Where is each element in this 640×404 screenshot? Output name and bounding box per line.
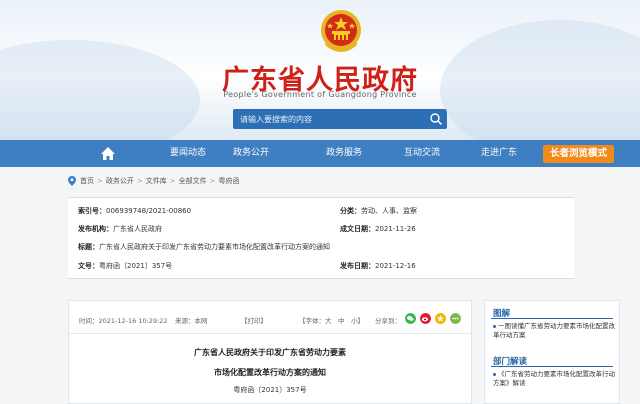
published-value: 2021-12-16 [375, 262, 416, 270]
document-number: 粤府函〔2021〕357号 [233, 386, 307, 394]
title-row: 标题：广东省人民政府关于印发广东省劳动力要素市场化配置改革行动方案的通知 [78, 242, 330, 252]
graphic-link-text[interactable]: 一图读懂广东省劳动力要素市场化配置改革行动方案 [493, 322, 615, 339]
graphic-divider [491, 318, 613, 319]
national-emblem-icon [321, 10, 361, 52]
breadcrumb-file-library[interactable]: 文件库 [146, 176, 167, 186]
docno-label: 文号： [78, 262, 99, 270]
docno-value: 粤府函〔2021〕357号 [99, 262, 173, 270]
dept-link-text[interactable]: 《广东省劳动力要素市场化配置改革行动方案》解读 [493, 370, 615, 387]
issuer-label: 发布机构： [78, 225, 113, 233]
document-info-table: 索引号：006939748/2021-00860 分类：劳动、人事、监察 发布机… [68, 197, 574, 279]
main-nav: 要闻动态 政务公开 政务服务 互动交流 走进广东 长者浏览模式 [0, 140, 640, 167]
nav-gov-affairs[interactable]: 政务公开 [233, 140, 269, 167]
docno-row: 文号：粤府函〔2021〕357号 [78, 261, 172, 271]
nav-gov-services[interactable]: 政务服务 [326, 140, 362, 167]
location-pin-icon [68, 176, 76, 186]
dept-link[interactable]: 《广东省劳动力要素市场化配置改革行动方案》解读 [493, 370, 615, 388]
graphic-link[interactable]: 一图读懂广东省劳动力要素市场化配置改革行动方案 [493, 322, 615, 340]
category-label: 分类： [340, 207, 361, 215]
index-row: 索引号：006939748/2021-00860 [78, 206, 191, 216]
search-box [233, 109, 447, 129]
share-label: 分享到： [375, 317, 401, 325]
breadcrumb-all-files[interactable]: 全部文件 [179, 176, 207, 186]
qzone-share-icon[interactable] [435, 313, 446, 324]
article-source: 来源：本网 [175, 317, 208, 325]
issuer-value: 广东省人民政府 [113, 225, 162, 233]
document-title-line-2: 市场化配置改革行动方案的通知 [214, 368, 326, 377]
issuer-row: 发布机构：广东省人民政府 [78, 224, 162, 234]
published-row: 发布日期：2021-12-16 [340, 261, 416, 271]
print-button[interactable]: 【打印】 [241, 315, 267, 325]
nav-interaction[interactable]: 互动交流 [404, 140, 440, 167]
bullet-icon [493, 324, 496, 328]
breadcrumb: 首页 > 政务公开 > 文件库 > 全部文件 > 粤府函 [68, 175, 240, 187]
elder-mode-button[interactable]: 长者浏览模式 [543, 145, 614, 163]
font-size-controls[interactable]: 【字体：大 中 小】 [299, 315, 364, 325]
nav-about-guangdong[interactable]: 走进广东 [481, 140, 517, 167]
article-time: 时间：2021-12-16 10:29:22 [79, 317, 168, 325]
site-header: 广东省人民政府 People's Government of Guangdong… [0, 0, 640, 140]
weibo-share-icon[interactable] [420, 313, 431, 324]
created-label: 成文日期： [340, 225, 375, 233]
article-meta: 时间：2021-12-16 10:29:22 来源：本网 【打印】 【字体：大 … [79, 313, 461, 327]
wechat-share-icon[interactable] [405, 313, 416, 324]
meta-divider [69, 333, 471, 334]
search-icon[interactable] [429, 112, 443, 126]
search-input[interactable] [233, 109, 423, 129]
created-row: 成文日期：2021-11-26 [340, 224, 416, 234]
title-label: 标题： [78, 243, 99, 251]
nav-news[interactable]: 要闻动态 [170, 140, 206, 167]
dept-divider [491, 366, 613, 367]
published-label: 发布日期： [340, 262, 375, 270]
share-more-icon[interactable] [450, 313, 461, 324]
breadcrumb-gov-affairs[interactable]: 政务公开 [106, 176, 134, 186]
site-subtitle: People's Government of Guangdong Provinc… [223, 90, 417, 99]
document-title-line-1: 广东省人民政府关于印发广东省劳动力要素 [194, 348, 346, 357]
home-icon[interactable] [100, 146, 116, 161]
index-label: 索引号： [78, 207, 106, 215]
bullet-icon [493, 372, 496, 376]
index-value: 006939748/2021-00860 [106, 207, 192, 215]
category-row: 分类：劳动、人事、监察 [340, 206, 417, 216]
title-value: 广东省人民政府关于印发广东省劳动力要素市场化配置改革行动方案的通知 [99, 243, 330, 251]
article-card: 时间：2021-12-16 10:29:22 来源：本网 【打印】 【字体：大 … [68, 300, 472, 404]
breadcrumb-current[interactable]: 粤府函 [219, 176, 240, 186]
related-sidebar: 图解 一图读懂广东省劳动力要素市场化配置改革行动方案 部门解读 《广东省劳动力要… [484, 300, 620, 404]
breadcrumb-home[interactable]: 首页 [80, 176, 94, 186]
created-value: 2021-11-26 [375, 225, 416, 233]
category-value: 劳动、人事、监察 [361, 207, 417, 215]
